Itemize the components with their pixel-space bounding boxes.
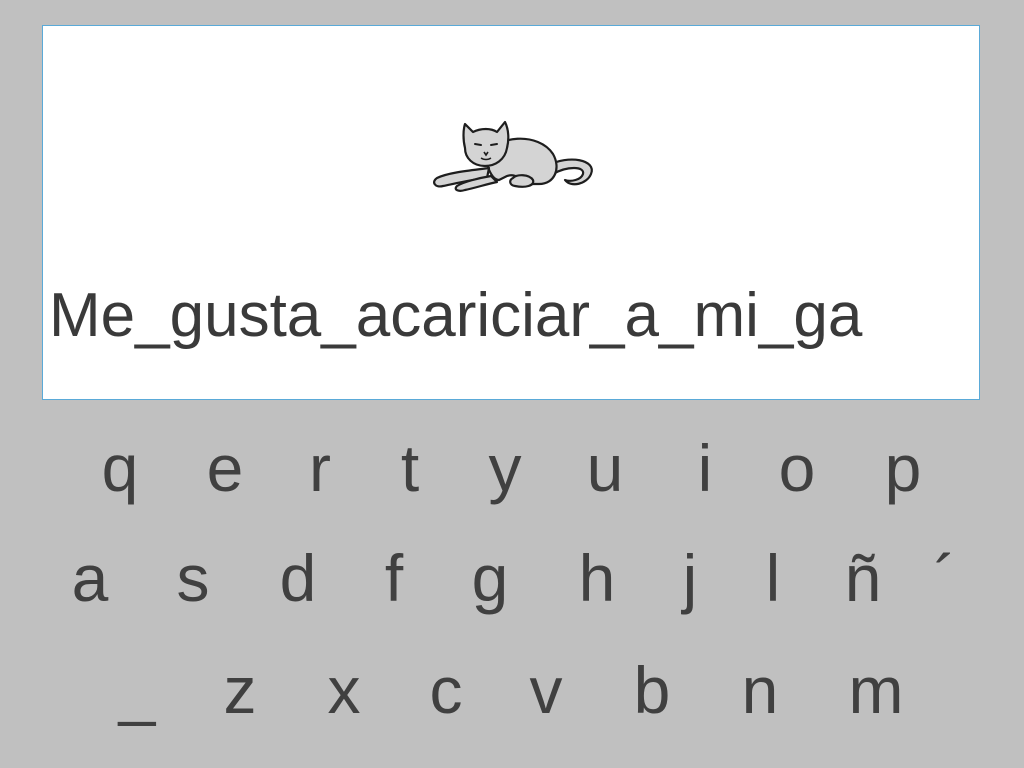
key-u[interactable]: u (565, 428, 645, 508)
key-c[interactable]: c (406, 650, 486, 730)
key-b[interactable]: b (612, 650, 692, 730)
key-n[interactable]: n (720, 650, 800, 730)
key-x[interactable]: x (304, 650, 384, 730)
key-underscore[interactable]: _ (97, 650, 177, 730)
display-panel: Me_gusta_acariciar_a_mi_ga (42, 25, 980, 400)
key-n-tilde[interactable]: ñ (823, 538, 903, 618)
key-o[interactable]: o (757, 428, 837, 508)
key-acute-accent[interactable]: ´ (905, 538, 985, 618)
key-g[interactable]: g (450, 538, 530, 618)
key-r[interactable]: r (280, 428, 360, 508)
key-t[interactable]: t (370, 428, 450, 508)
key-h[interactable]: h (557, 538, 637, 618)
key-e[interactable]: e (185, 428, 265, 508)
key-q[interactable]: q (80, 428, 160, 508)
key-z[interactable]: z (200, 650, 280, 730)
key-j[interactable]: j (650, 538, 730, 618)
sentence-text: Me_gusta_acariciar_a_mi_ga (49, 281, 863, 350)
key-p[interactable]: p (863, 428, 943, 508)
key-y[interactable]: y (465, 428, 545, 508)
cat-lying-icon (433, 120, 593, 192)
key-m[interactable]: m (836, 650, 916, 730)
key-s[interactable]: s (153, 538, 233, 618)
key-i[interactable]: i (665, 428, 745, 508)
key-a[interactable]: a (50, 538, 130, 618)
key-d[interactable]: d (258, 538, 338, 618)
key-f[interactable]: f (354, 538, 434, 618)
key-l[interactable]: l (733, 538, 813, 618)
key-v[interactable]: v (506, 650, 586, 730)
